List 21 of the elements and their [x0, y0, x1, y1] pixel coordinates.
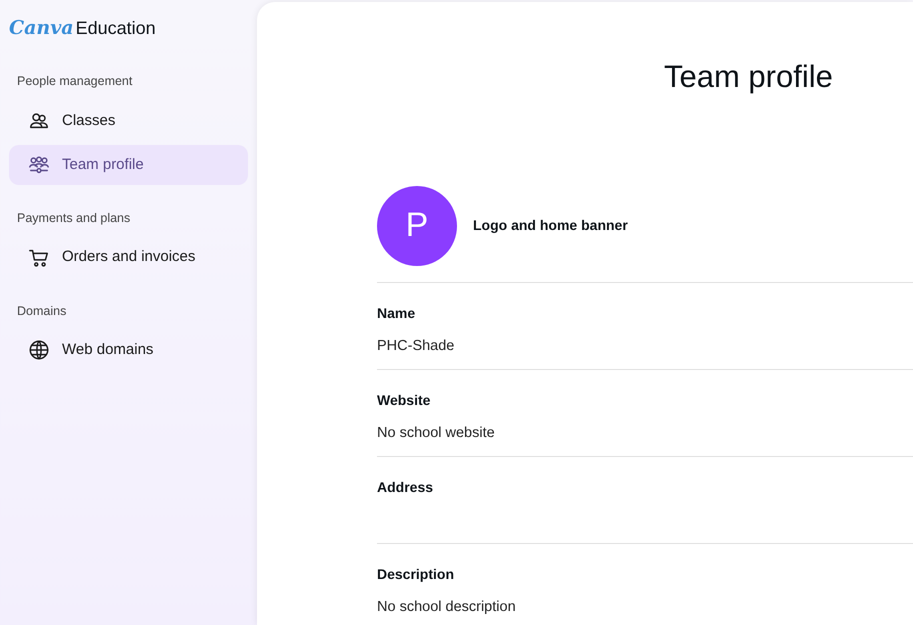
field-value: PHC-Shade	[377, 336, 456, 356]
nav-item[interactable]: Orders and invoices	[9, 238, 248, 278]
field-value: No school description	[377, 598, 517, 616]
team-icon	[28, 154, 50, 176]
nav-item[interactable]: Classes	[9, 100, 248, 141]
section-heading: Domains	[16, 302, 68, 320]
section-heading: Payments and plans	[16, 210, 132, 227]
logo-label: Logo and home banner	[473, 216, 628, 235]
globe-icon	[28, 339, 50, 362]
field-value: No school website	[377, 424, 496, 442]
field-label: Address	[377, 478, 434, 496]
brand-logo: Canva	[9, 16, 74, 41]
field-label: Description	[377, 564, 456, 584]
brand-name: Education	[76, 17, 156, 40]
team-avatar: P	[377, 186, 457, 266]
field-label: Name	[377, 304, 416, 322]
field-label: Website	[377, 390, 432, 410]
section-heading: People management	[16, 73, 134, 90]
nav-item[interactable]: Team profile	[9, 144, 248, 185]
page-title: Team profile	[664, 58, 834, 96]
nav-item[interactable]: Web domains	[9, 330, 248, 370]
